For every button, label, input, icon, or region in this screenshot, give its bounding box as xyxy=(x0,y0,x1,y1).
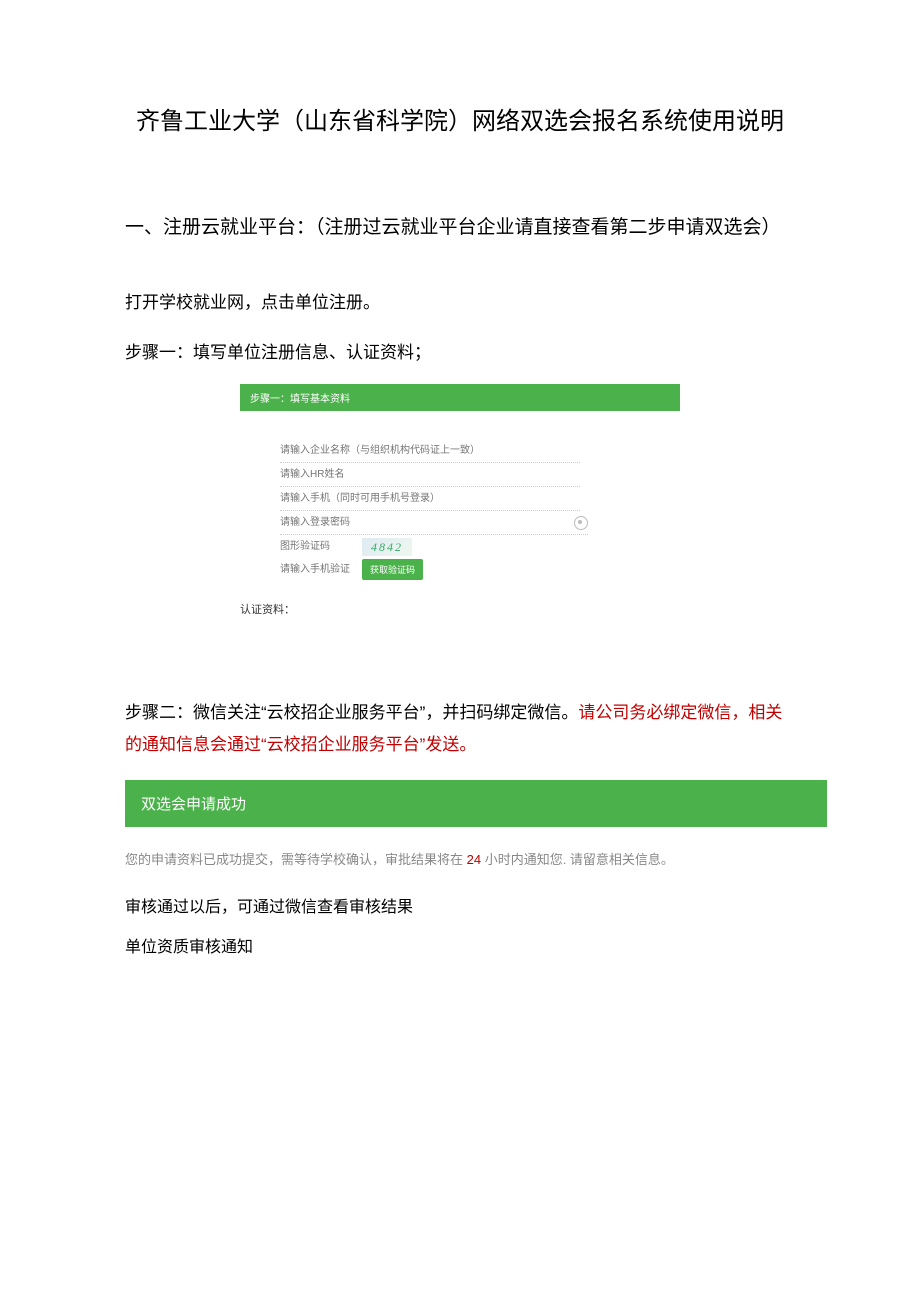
page-title: 齐鲁工业大学（山东省科学院）网络双选会报名系统使用说明 xyxy=(125,100,795,143)
password-input[interactable] xyxy=(280,511,570,534)
step-2-paragraph: 步骤二：微信关注“云校招企业服务平台”，并扫码绑定微信。请公司务必绑定微信，相关… xyxy=(125,697,795,762)
sms-code-input[interactable] xyxy=(280,558,350,581)
after-approve-line-1: 审核通过以后，可通过微信查看审核结果 xyxy=(125,888,795,928)
success-banner: 双选会申请成功 xyxy=(125,780,827,827)
registration-form-screenshot: 步骤一：填写基本资料 4842 获取验证码 认证资料： xyxy=(240,384,680,617)
captcha-input[interactable] xyxy=(280,535,350,558)
company-name-input[interactable] xyxy=(280,439,580,463)
submit-note-hours: 24 xyxy=(467,852,481,867)
eye-icon[interactable] xyxy=(574,516,588,530)
submit-note-before: 您的申请资料已成功提交，需等待学校确认，审批结果将在 xyxy=(125,852,467,867)
submit-note-after: 小时内通知您. 请留意相关信息。 xyxy=(481,852,674,867)
after-approve-line-2: 单位资质审核通知 xyxy=(125,928,795,968)
hr-name-input[interactable] xyxy=(280,463,580,487)
auth-materials-label: 认证资料： xyxy=(240,601,680,617)
submit-note: 您的申请资料已成功提交，需等待学校确认，审批结果将在 24 小时内通知您. 请留… xyxy=(125,849,795,868)
section-1-heading: 一、注册云就业平台：（注册过云就业平台企业请直接查看第二步申请双选会） xyxy=(125,203,795,252)
phone-input[interactable] xyxy=(280,487,580,511)
form-step-header: 步骤一：填写基本资料 xyxy=(240,384,680,411)
step-2-black: 步骤二：微信关注“云校招企业服务平台”，并扫码绑定微信。 xyxy=(125,703,578,722)
intro-line-1: 打开学校就业网，点击单位注册。 xyxy=(125,283,795,324)
captcha-image: 4842 xyxy=(362,538,412,556)
intro-line-2: 步骤一：填写单位注册信息、认证资料； xyxy=(125,333,795,374)
get-sms-code-button[interactable]: 获取验证码 xyxy=(362,559,423,580)
